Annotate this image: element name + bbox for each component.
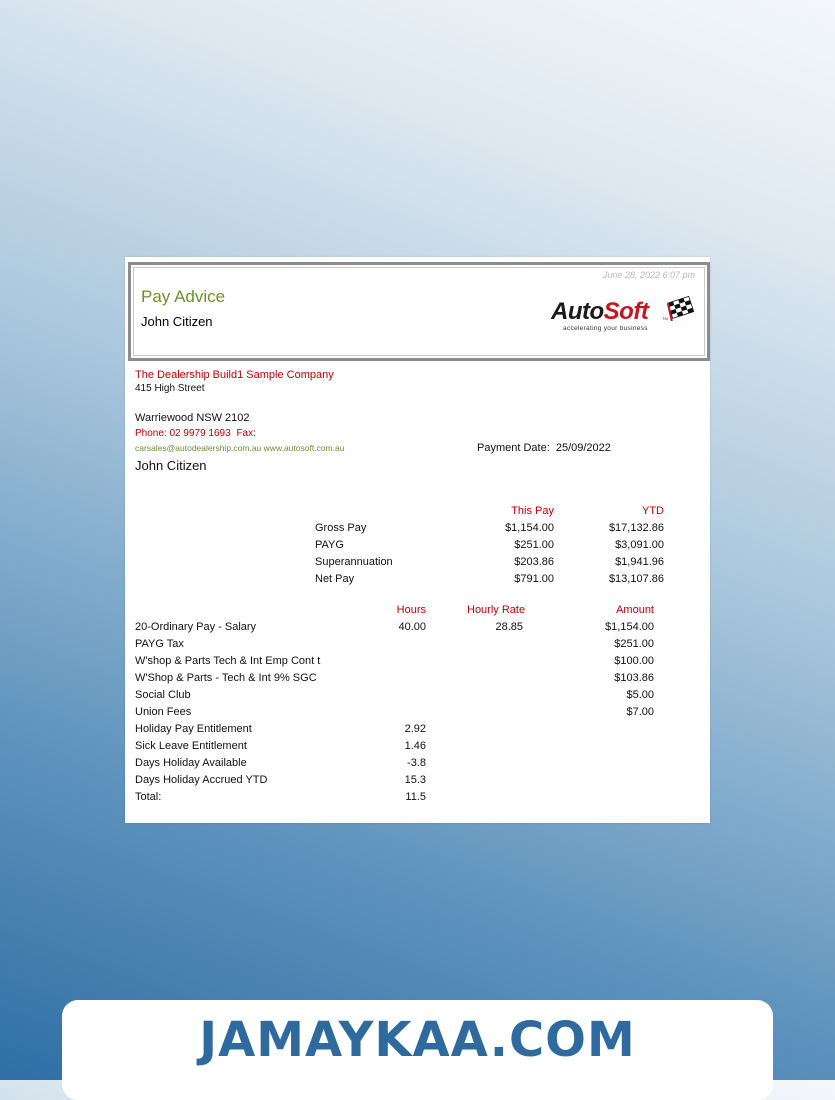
payment-date-line: Payment Date: 25/09/2022 [477, 442, 611, 454]
company-street: 415 High Street [135, 383, 205, 394]
detail-label: 20-Ordinary Pay - Salary [135, 621, 257, 633]
company-phone-line: Phone: 02 9979 1693 Fax: [135, 428, 256, 439]
details-header-rate: Hourly Rate [467, 604, 526, 616]
detail-hours: 15.3 [404, 774, 426, 786]
detail-label: W'shop & Parts Tech & Int Emp Cont t [135, 655, 321, 667]
summary-ytd: $17,132.86 [608, 522, 664, 534]
summary-this-pay: $791.00 [514, 573, 554, 585]
logo-tagline: accelerating your business [563, 325, 648, 332]
summary-label: Gross Pay [315, 522, 367, 534]
detail-label: Holiday Pay Entitlement [135, 723, 252, 735]
detail-hours: 40.00 [398, 621, 426, 633]
detail-label: Days Holiday Available [135, 757, 247, 769]
header-box: June 28, 2022 6:07 pm Pay Advice John Ci… [128, 262, 710, 361]
summary-label: PAYG [315, 539, 344, 551]
logo-brand-red: Soft [603, 298, 649, 325]
detail-amount: $5.00 [626, 689, 654, 701]
summary-this-pay: $203.86 [514, 556, 554, 568]
details-header-hours: Hours [396, 604, 426, 616]
details-header-amount: Amount [616, 604, 654, 616]
detail-hours: 11.5 [405, 791, 426, 803]
detail-hours: 2.92 [404, 723, 426, 735]
detail-label: W'Shop & Parts - Tech & Int 9% SGC [135, 672, 317, 684]
logo-brand-black: Auto [551, 298, 604, 325]
detail-label: Days Holiday Accrued YTD [135, 774, 268, 786]
detail-amount: $7.00 [626, 706, 654, 718]
detail-amount: $1,154.00 [605, 621, 654, 633]
summary-header-ytd: YTD [642, 505, 664, 517]
detail-label: Social Club [135, 689, 191, 701]
autosoft-logo: AutoSoft TM accelerating your business [551, 295, 701, 340]
employee-name: John Citizen [141, 314, 213, 329]
detail-hours: 1.46 [404, 740, 426, 752]
summary-header-this-pay: This Pay [511, 505, 554, 517]
fax-label: Fax: [236, 428, 256, 439]
phone-label: Phone: [135, 428, 167, 439]
page-title: Pay Advice [141, 287, 226, 306]
payment-date-label: Payment Date: [477, 442, 550, 454]
detail-label: Union Fees [135, 706, 192, 718]
detail-amount: $251.00 [614, 638, 654, 650]
company-name: The Dealership Build1 Sample Company [135, 369, 334, 381]
summary-ytd: $13,107.86 [608, 573, 664, 585]
detail-label: Total: [135, 791, 162, 803]
watermark-banner: JAMAYKAA.COM [62, 1000, 773, 1100]
watermark-text: JAMAYKAA.COM [199, 1012, 636, 1068]
recipient-name: John Citizen [135, 458, 207, 473]
detail-amount: $103.86 [614, 672, 654, 684]
detail-amount: $100.00 [614, 655, 654, 667]
detail-label: PAYG Tax [135, 638, 184, 650]
summary-this-pay: $251.00 [514, 539, 554, 551]
detail-hours: -3.8 [407, 757, 426, 769]
summary-ytd: $1,941.96 [615, 556, 664, 568]
summary-ytd: $3,091.00 [615, 539, 664, 551]
detail-rate: 28.85 [495, 621, 523, 633]
checkered-flag-icon [667, 295, 695, 321]
company-web: carsales@autodealership.com.au www.autos… [135, 443, 345, 453]
detail-label: Sick Leave Entitlement [135, 740, 247, 752]
company-suburb: Warriewood NSW 2102 [135, 412, 250, 424]
summary-label: Superannuation [315, 556, 393, 568]
phone-number: 02 9979 1693 [169, 428, 231, 439]
payment-date-value: 25/09/2022 [555, 442, 611, 454]
pay-advice-document: June 28, 2022 6:07 pm Pay Advice John Ci… [125, 257, 710, 823]
timestamp: June 28, 2022 6:07 pm [602, 270, 695, 280]
summary-label: Net Pay [315, 573, 355, 585]
summary-this-pay: $1,154.00 [505, 522, 554, 534]
